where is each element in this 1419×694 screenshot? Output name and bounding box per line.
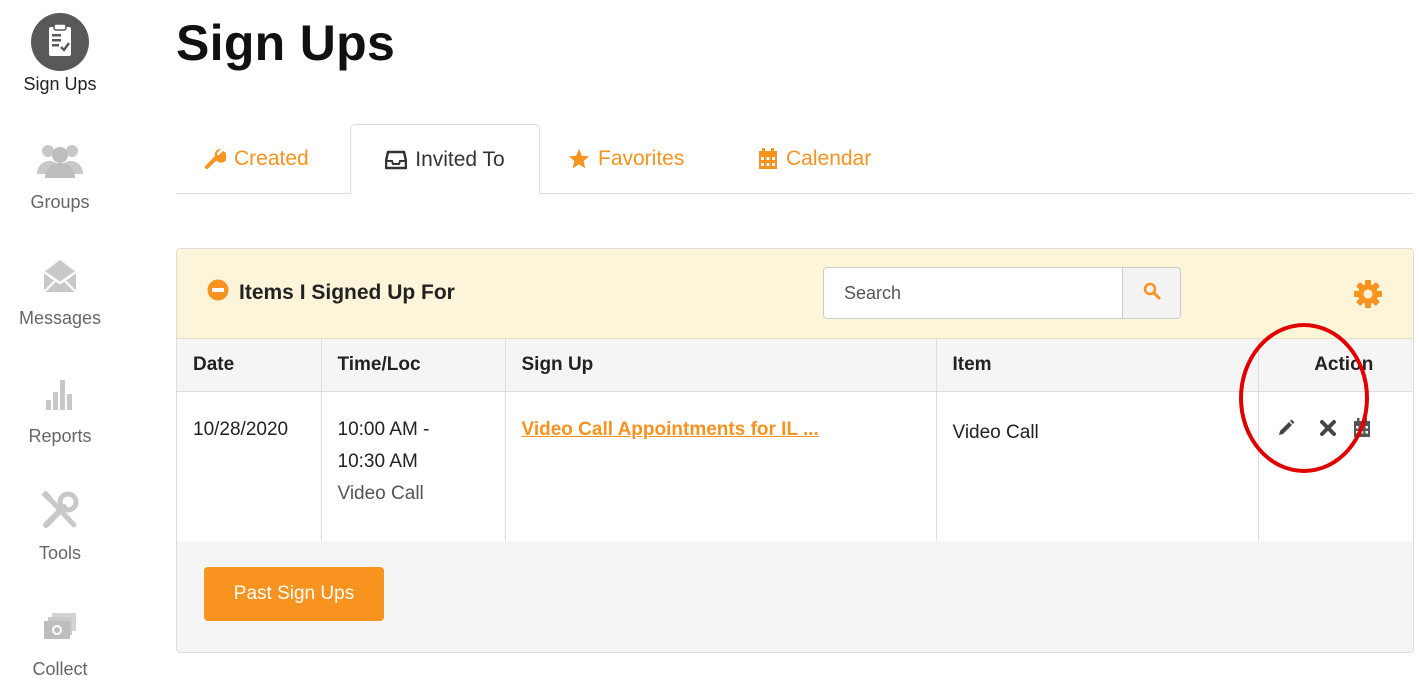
- signup-link[interactable]: Video Call Appointments for IL ...: [522, 419, 819, 441]
- sidebar-item-messages[interactable]: Messages: [0, 246, 120, 329]
- sidebar: Sign Ups Groups Messages Reports Tools C…: [0, 0, 120, 694]
- panel-title-text: Items I Signed Up For: [239, 281, 455, 304]
- signups-table: Date Time/Loc Sign Up Item Action 10/28/…: [177, 339, 1413, 541]
- tab-invited-to[interactable]: Invited To: [350, 124, 540, 195]
- search-input[interactable]: [823, 267, 1123, 319]
- edit-pencil-icon[interactable]: [1277, 419, 1295, 437]
- star-icon: [568, 148, 590, 170]
- bar-chart-icon: [30, 364, 90, 424]
- panel-header: Items I Signed Up For: [177, 249, 1413, 339]
- users-icon: [30, 130, 90, 190]
- delete-x-icon[interactable]: [1319, 419, 1337, 437]
- add-to-calendar-icon[interactable]: [1353, 417, 1371, 438]
- sidebar-item-label: Reports: [28, 426, 92, 446]
- tab-favorites[interactable]: Favorites: [568, 124, 684, 194]
- column-header-time-loc[interactable]: Time/Loc: [321, 339, 506, 392]
- clipboard-check-icon: [30, 12, 90, 72]
- tab-label: Favorites: [598, 147, 685, 170]
- tab-label: Invited To: [415, 147, 505, 171]
- minus-circle-icon[interactable]: [207, 279, 229, 307]
- cell-time-loc: 10:00 AM - 10:30 AM Video Call: [321, 391, 506, 541]
- calendar-icon: [758, 148, 778, 170]
- tab-label: Calendar: [786, 147, 872, 170]
- time-end: 10:30 AM: [337, 450, 418, 472]
- money-icon: [30, 597, 90, 657]
- envelope-icon: [30, 246, 90, 306]
- search-icon: [1143, 282, 1161, 305]
- column-header-action: Action: [1258, 339, 1413, 392]
- cell-date: 10/28/2020: [177, 391, 322, 541]
- sidebar-item-label: Groups: [30, 192, 90, 212]
- sidebar-item-reports[interactable]: Reports: [0, 364, 120, 447]
- sidebar-item-label: Messages: [18, 308, 102, 328]
- tools-icon: [30, 481, 90, 541]
- tab-created[interactable]: Created: [204, 124, 309, 194]
- wrench-icon: [204, 148, 226, 170]
- tab-bar: Created Invited To Favorites Calendar: [176, 124, 1414, 195]
- sidebar-item-tools[interactable]: Tools: [0, 481, 120, 564]
- sidebar-item-groups[interactable]: Groups: [0, 130, 120, 213]
- gear-icon[interactable]: [1353, 279, 1383, 314]
- past-sign-ups-button[interactable]: Past Sign Ups: [204, 567, 384, 621]
- tab-label: Created: [234, 147, 309, 170]
- row-actions: [1269, 417, 1414, 438]
- column-header-sign-up[interactable]: Sign Up: [505, 339, 937, 392]
- column-header-item[interactable]: Item: [936, 339, 1259, 392]
- page-title: Sign Ups: [176, 15, 396, 71]
- tab-calendar[interactable]: Calendar: [758, 124, 871, 194]
- sidebar-item-label: Sign Ups: [23, 74, 97, 94]
- panel-title[interactable]: Items I Signed Up For: [207, 279, 455, 307]
- table-header-row: Date Time/Loc Sign Up Item Action: [177, 339, 1413, 392]
- time-start: 10:00 AM -: [337, 418, 430, 440]
- sidebar-item-sign-ups[interactable]: Sign Ups: [0, 12, 120, 95]
- table-row: 10/28/2020 10:00 AM - 10:30 AM Video Cal…: [177, 391, 1413, 541]
- cell-action: [1258, 391, 1413, 541]
- cell-sign-up: Video Call Appointments for IL ...: [505, 391, 937, 541]
- location: Video Call: [337, 482, 424, 504]
- signed-up-items-panel: Items I Signed Up For Search Date Time/L…: [176, 248, 1414, 653]
- column-header-date[interactable]: Date: [177, 339, 322, 392]
- search-button[interactable]: [1123, 267, 1181, 319]
- cell-item: Video Call: [936, 391, 1259, 541]
- inbox-icon: [385, 150, 408, 170]
- search-group: [823, 267, 1181, 319]
- sidebar-item-collect[interactable]: Collect: [0, 597, 120, 680]
- sidebar-item-label: Tools: [38, 543, 82, 563]
- sidebar-item-label: Collect: [32, 659, 88, 679]
